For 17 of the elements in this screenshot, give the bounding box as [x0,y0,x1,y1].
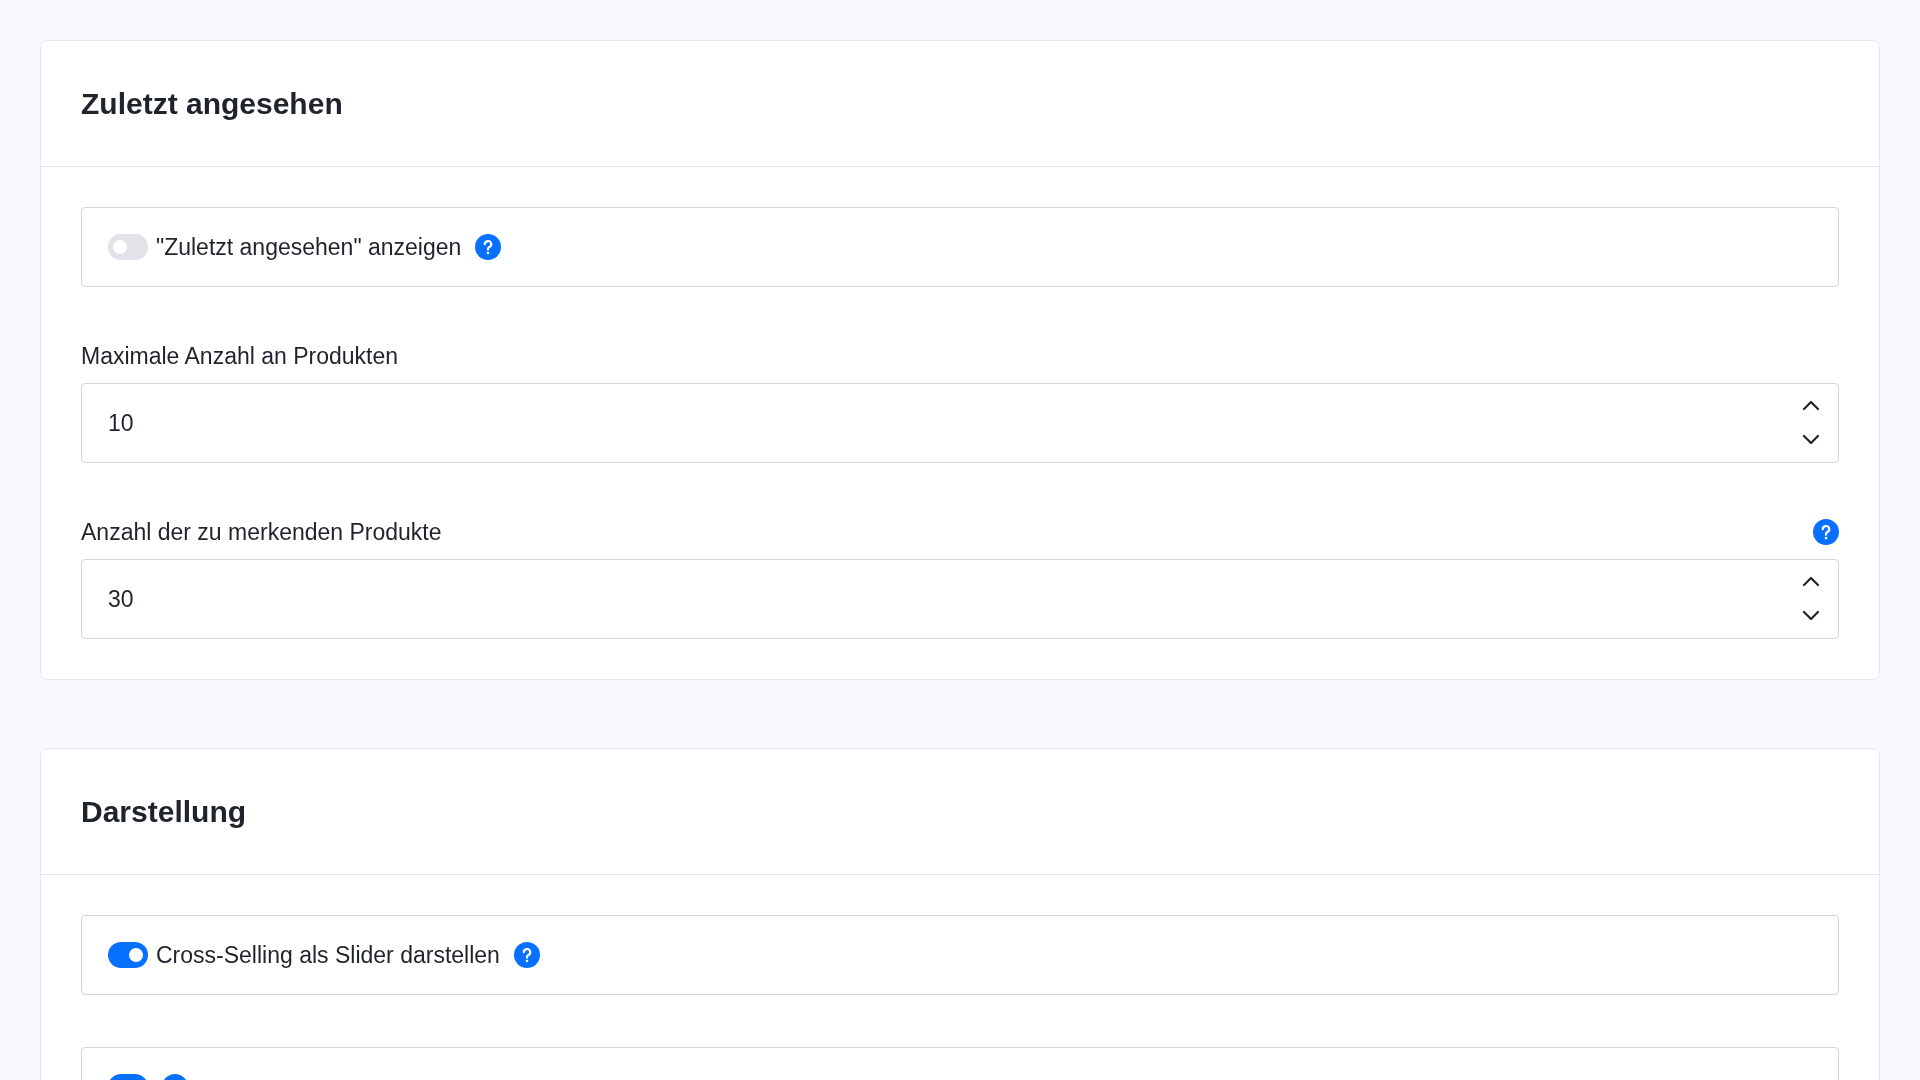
help-icon[interactable] [1813,519,1839,545]
field-label: Anzahl der zu merkenden Produkte [81,518,442,546]
toggle-label: Cross-Selling als Slider darstellen [156,941,500,969]
section-title: Darstellung [81,794,247,829]
chevron-up-icon [1802,575,1820,587]
number-field[interactable]: 30 [81,559,1839,639]
chevron-up-icon [1802,399,1820,411]
section-title: Zuletzt angesehen [81,86,343,121]
number-field[interactable]: 10 [81,383,1839,463]
field-label: Maximale Anzahl an Produkten [81,342,399,370]
chevron-down-icon [1802,609,1820,621]
help-icon[interactable] [513,942,540,968]
toggle-switch[interactable] [108,942,148,968]
help-icon[interactable] [475,234,502,260]
chevron-down-icon [1802,433,1820,445]
toggle-switch[interactable] [108,234,148,260]
toggle-label: "Zuletzt angesehen" anzeigen [156,233,462,261]
